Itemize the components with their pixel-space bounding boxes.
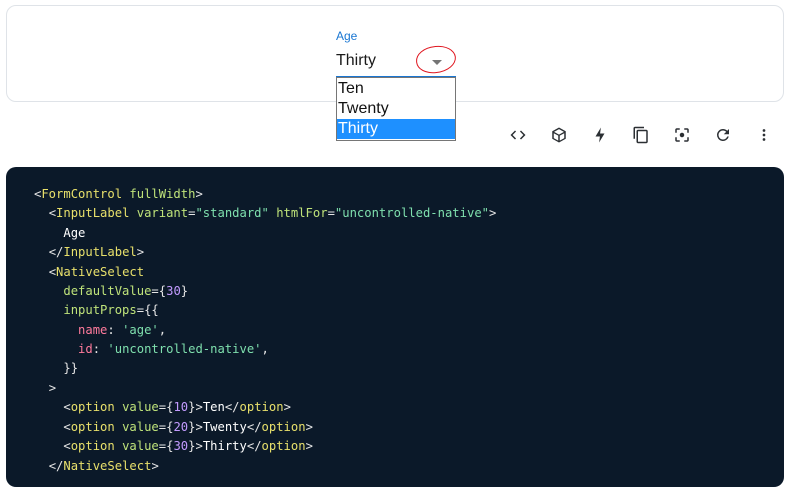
copy-icon <box>633 126 648 144</box>
more-vert-icon <box>762 129 766 141</box>
code-line: Age <box>63 226 86 240</box>
code-line: </NativeSelect> <box>48 459 159 473</box>
reset-icon <box>716 128 729 141</box>
code-line: <option value={10}>Ten</option> <box>63 400 291 414</box>
code-icon <box>510 130 526 140</box>
option-twenty[interactable]: Twenty <box>337 99 455 119</box>
stackblitz-icon <box>595 127 605 143</box>
codesandbox-button[interactable] <box>544 120 574 150</box>
code-line: <FormControl fullWidth> <box>34 187 203 201</box>
show-source-button[interactable] <box>503 120 533 150</box>
code-line: }} <box>63 361 79 375</box>
code-line: id: 'uncontrolled-native', <box>78 342 269 356</box>
more-options-button[interactable] <box>749 120 779 150</box>
reset-demo-button[interactable] <box>708 120 738 150</box>
code-line: > <box>48 381 57 395</box>
code-line: defaultValue={30} <box>63 284 189 298</box>
code-line: name: 'age', <box>78 323 167 337</box>
focus-button[interactable] <box>667 120 697 150</box>
code-line: <InputLabel variant="standard" htmlFor="… <box>48 206 497 220</box>
demo-toolbar <box>500 120 784 150</box>
code-line: <NativeSelect <box>48 265 145 279</box>
code-line: </InputLabel> <box>48 245 145 259</box>
code-line: inputProps={{ <box>63 303 159 317</box>
option-ten[interactable]: Ten <box>337 79 455 99</box>
codesandbox-icon <box>552 127 566 143</box>
copy-source-button[interactable] <box>626 120 656 150</box>
code-block[interactable]: <FormControl fullWidth> <InputLabel vari… <box>6 167 784 487</box>
code-line: <option value={30}>Thirty</option> <box>63 439 313 453</box>
age-label: Age <box>336 29 358 43</box>
option-thirty[interactable]: Thirty <box>337 119 455 139</box>
stackblitz-button[interactable] <box>585 120 615 150</box>
native-select-dropdown[interactable]: Ten Twenty Thirty <box>336 77 456 141</box>
focus-icon <box>675 128 689 142</box>
code-line: <option value={20}>Twenty</option> <box>63 420 313 434</box>
age-select[interactable]: Thirty <box>336 52 376 70</box>
